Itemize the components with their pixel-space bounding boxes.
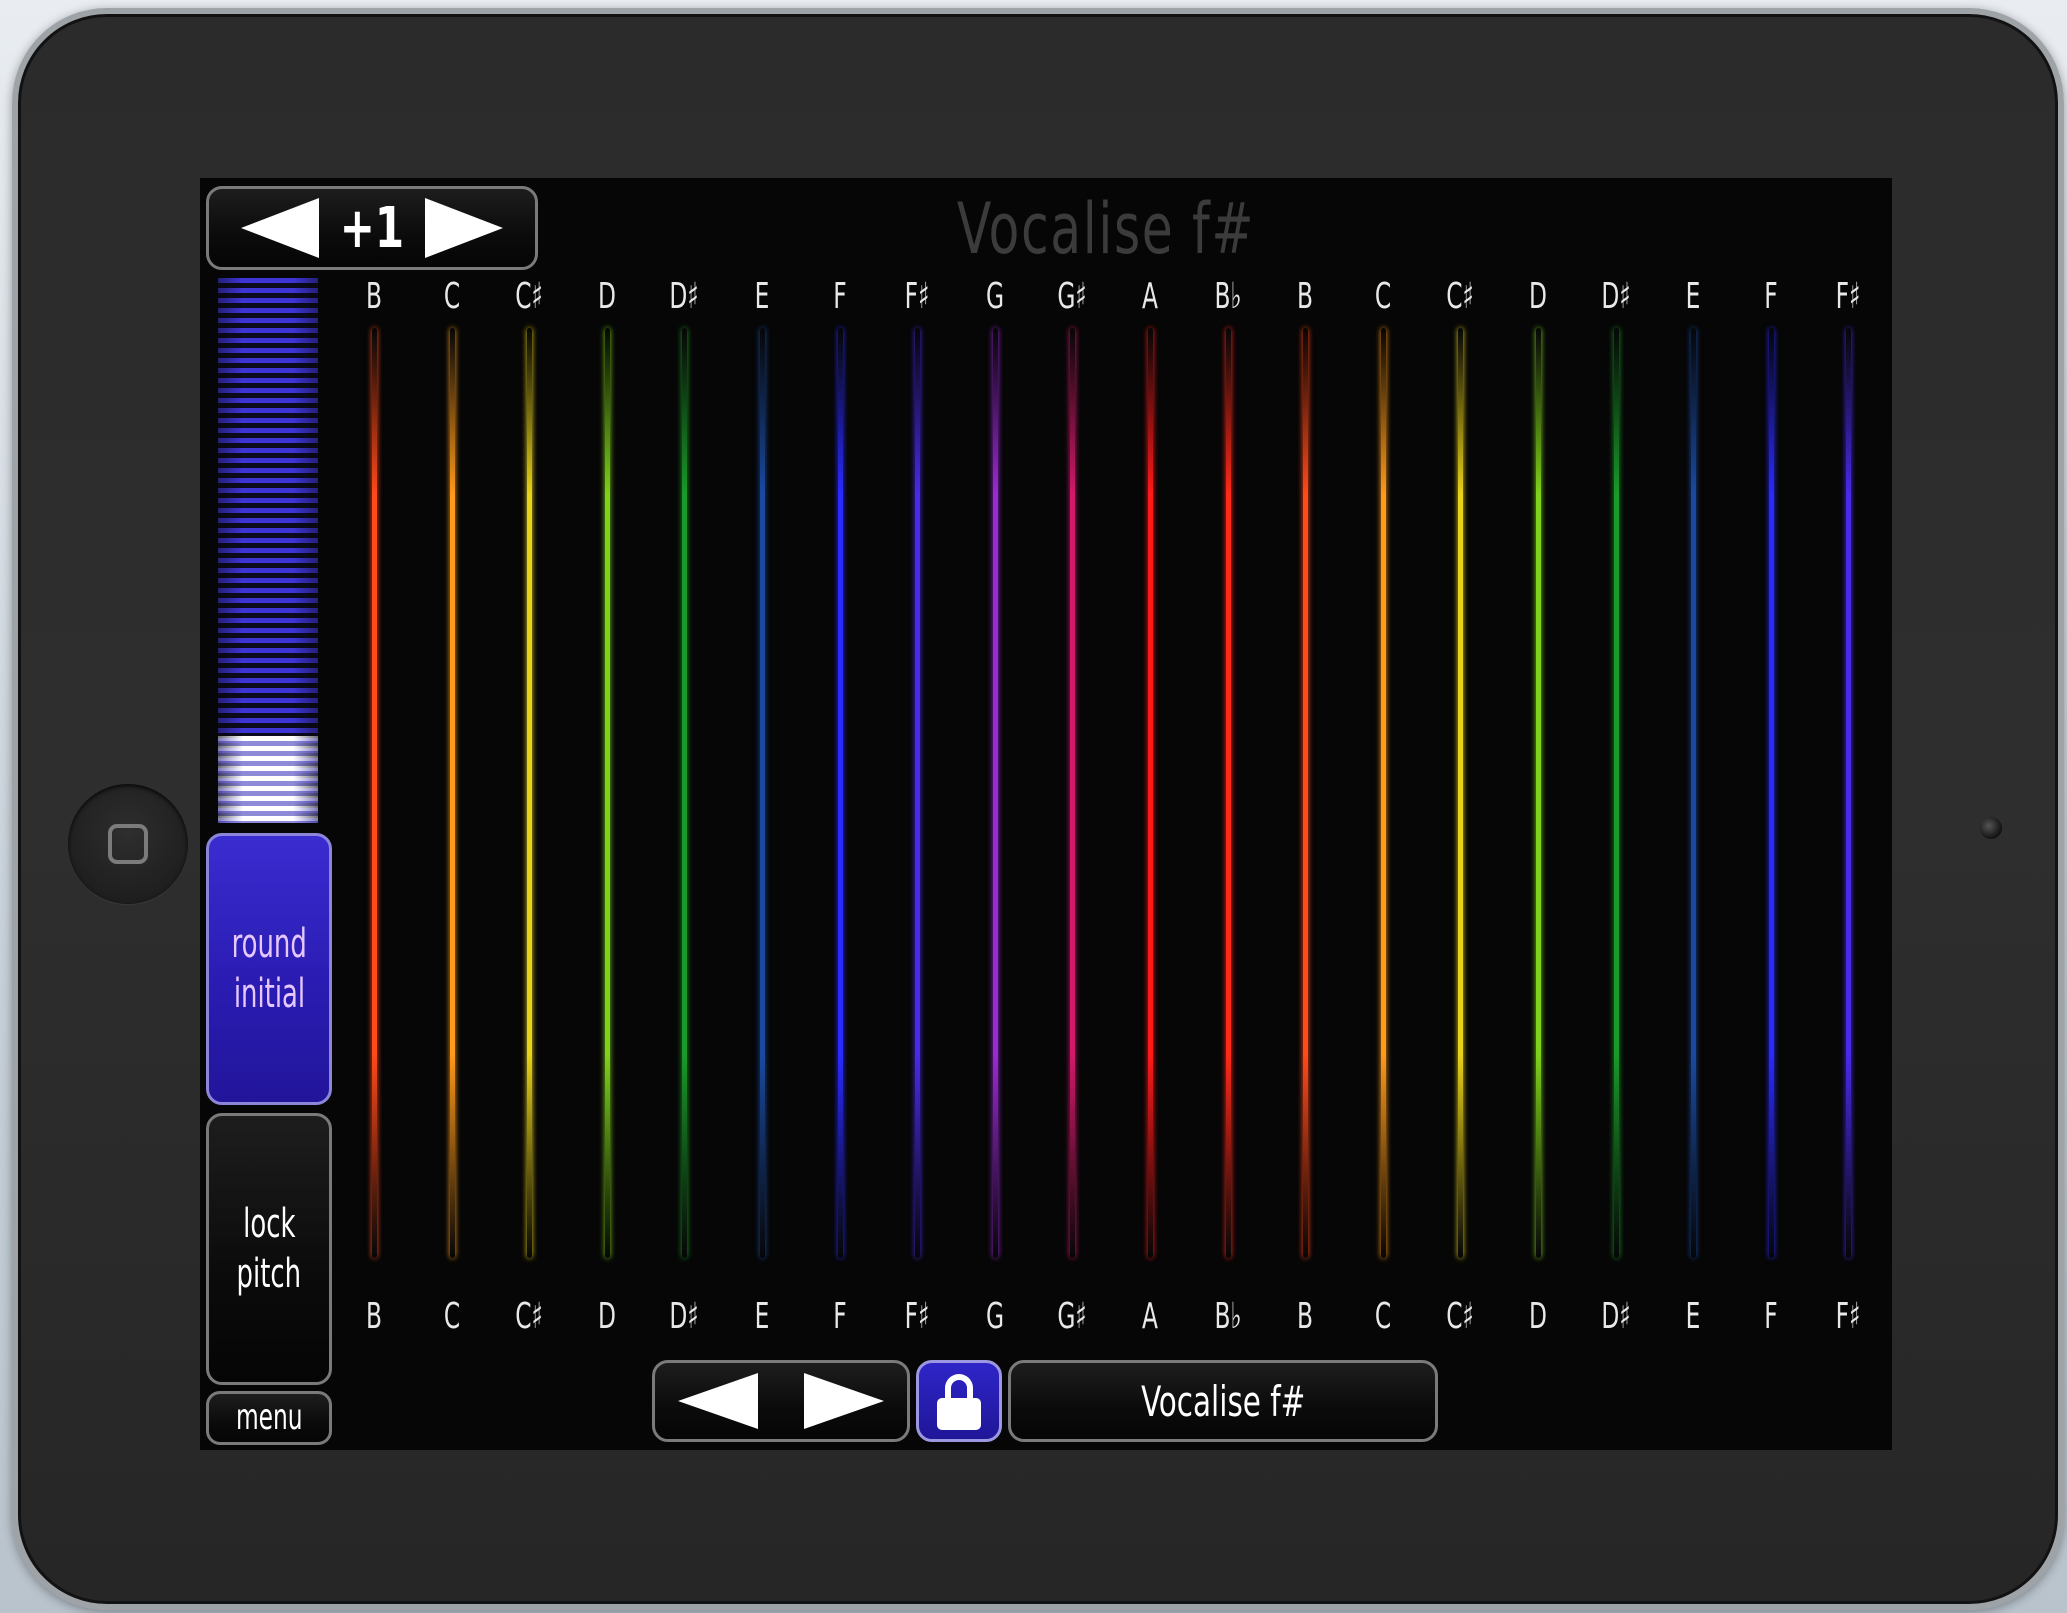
string-18[interactable] [1768, 328, 1774, 1258]
note-label-bottom: G [985, 1296, 1004, 1337]
note-label-bottom: B [366, 1296, 382, 1337]
note-label-top: E [754, 276, 770, 317]
note-label-top: F [832, 276, 847, 317]
note-label-top: B [1297, 276, 1314, 317]
string-12[interactable] [1303, 328, 1309, 1258]
note-label-top: D [1529, 276, 1547, 317]
lock-pitch-label-line2: pitch [236, 1251, 302, 1297]
round-initial-button[interactable]: round initial [206, 833, 332, 1105]
note-label-top: E [1685, 276, 1701, 317]
string-13[interactable] [1380, 328, 1386, 1258]
string-2[interactable] [527, 328, 533, 1258]
left-triangle-icon[interactable] [241, 198, 319, 258]
menu-label: menu [235, 1397, 303, 1438]
note-label-bottom: E [754, 1296, 770, 1337]
string-15[interactable] [1536, 328, 1541, 1258]
note-label-top: B [366, 276, 382, 317]
string-8[interactable] [992, 328, 998, 1258]
string-0[interactable] [372, 328, 377, 1258]
left-triangle-icon[interactable] [678, 1373, 758, 1429]
string-area[interactable]: B B C C C♯ C♯ D D D♯ D♯ E E F F F♯ F♯ G G G♯ G♯ A A B♭ B♭ B B C C C♯… [200, 178, 1892, 1450]
note-label-bottom: F [1764, 1296, 1778, 1337]
note-label-bottom: C♯ [515, 1296, 543, 1337]
string-11[interactable] [1225, 328, 1231, 1258]
note-label-top: G [985, 276, 1004, 317]
note-label-top: C [443, 276, 460, 317]
note-label-top: A [1142, 276, 1158, 317]
lock-pitch-button[interactable]: lock pitch [206, 1113, 332, 1385]
home-button[interactable] [68, 784, 188, 904]
right-triangle-icon[interactable] [804, 1373, 884, 1429]
round-initial-label-line2: initial [233, 971, 305, 1017]
string-3[interactable] [604, 328, 610, 1258]
note-label-top: F♯ [904, 276, 930, 317]
level-meter-fill [218, 736, 318, 823]
string-19[interactable] [1846, 328, 1852, 1258]
note-label-bottom: F [832, 1296, 847, 1337]
note-label-bottom: D [1529, 1296, 1547, 1337]
right-triangle-icon[interactable] [424, 198, 503, 258]
string-17[interactable] [1691, 328, 1697, 1258]
preset-name-button[interactable]: Vocalise f# [1008, 1360, 1438, 1442]
string-9[interactable] [1070, 328, 1076, 1258]
note-label-top: D [597, 276, 616, 317]
string-14[interactable] [1458, 328, 1464, 1258]
app-screen: Vocalise f# B B C C C♯ C♯ D D D♯ D♯ E E F F F♯ F♯ G G G♯ G♯… [200, 178, 1892, 1450]
note-label-top: G♯ [1057, 276, 1088, 317]
note-label-bottom: D♯ [669, 1296, 700, 1337]
note-label-bottom: E [1685, 1296, 1701, 1337]
string-4[interactable] [682, 328, 688, 1258]
note-label-top: B♭ [1214, 276, 1242, 317]
note-label-bottom: A [1142, 1296, 1158, 1337]
menu-button[interactable]: menu [206, 1391, 332, 1445]
note-label-top: C♯ [1446, 276, 1475, 317]
note-label-bottom: B [1297, 1296, 1314, 1337]
note-label-bottom: C [1374, 1296, 1391, 1337]
note-label-top: C [1374, 276, 1391, 317]
note-label-top: C♯ [515, 276, 543, 317]
string-10[interactable] [1148, 328, 1153, 1258]
note-label-bottom: C♯ [1446, 1296, 1475, 1337]
note-label-bottom: G♯ [1057, 1296, 1088, 1337]
lock-button[interactable] [916, 1360, 1002, 1442]
octave-control: +1 [206, 186, 538, 270]
home-button-icon [108, 824, 148, 864]
note-label-top: D♯ [669, 276, 700, 317]
round-initial-label-line1: round [231, 921, 307, 967]
front-camera [1980, 817, 2002, 839]
padlock-icon [937, 1374, 981, 1430]
note-label-bottom: B♭ [1214, 1296, 1242, 1337]
string-7[interactable] [915, 328, 921, 1258]
note-label-top: F♯ [1836, 276, 1861, 317]
note-label-bottom: C [443, 1296, 460, 1337]
note-label-bottom: D♯ [1600, 1296, 1631, 1337]
preset-label: Vocalise f# [1140, 1376, 1306, 1426]
string-16[interactable] [1613, 328, 1619, 1258]
lock-pitch-label-line1: lock [242, 1201, 296, 1247]
note-label-bottom: F♯ [904, 1296, 930, 1337]
note-label-top: F [1764, 276, 1778, 317]
string-1[interactable] [449, 328, 455, 1258]
string-5[interactable] [760, 328, 765, 1258]
octave-value: +1 [339, 195, 405, 261]
preset-nav [652, 1360, 910, 1442]
note-label-bottom: F♯ [1836, 1296, 1861, 1337]
note-label-top: D♯ [1600, 276, 1631, 317]
string-6[interactable] [837, 328, 843, 1258]
note-label-bottom: D [597, 1296, 616, 1337]
